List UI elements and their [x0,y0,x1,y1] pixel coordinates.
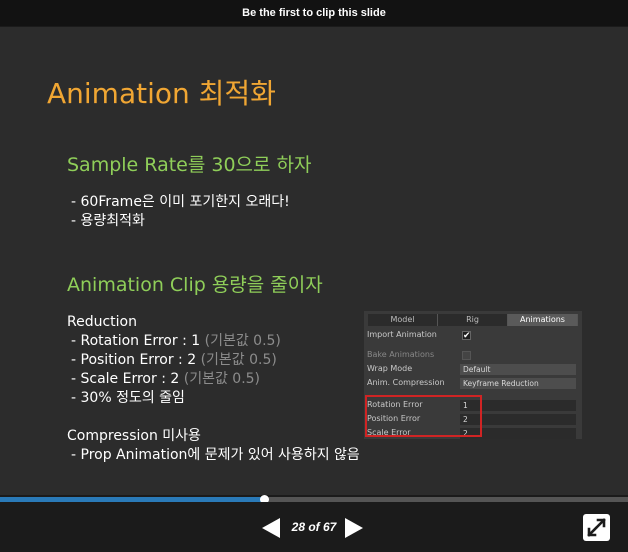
compression-note: - Prop Animation에 문제가 있어 사용하지 않음 [71,447,360,463]
compression-dropdown: Keyframe Reduction [460,378,576,389]
section-heading-animation-clip: Animation Clip 용량을 줄이자 [67,274,323,296]
highlight-box [365,395,482,437]
anim-compression-label: Anim. Compression [367,378,445,387]
import-animation-label: Import Animation [367,330,437,339]
import-animation-checkbox: ✔ [462,331,471,341]
next-slide-button[interactable] [345,518,363,538]
inspector-tabs: Model Rig Animations [368,314,578,326]
tab-rig: Rig [438,314,508,326]
wrap-mode-value: Default [463,365,491,374]
section-heading-sample-rate: Sample Rate를 30으로 하자 [67,154,312,176]
bake-animations-checkbox [462,351,471,360]
position-line: - Position Error : 2 (기본값 0.5) [71,351,277,371]
tab-animations: Animations [508,314,578,326]
previous-slide-button[interactable] [262,518,280,538]
reduce-line: - 30% 정도의 줄임 [71,390,185,406]
wrap-mode-label: Wrap Mode [367,364,413,373]
inspector-screenshot: Model Rig Animations Import Animation ✔ … [364,311,582,439]
page-indicator: 28 of 67 [291,520,337,534]
position-default: (기본값 0.5) [200,352,277,368]
player-controls: 28 of 67 [0,502,628,552]
bullet-60frame: - 60Frame은 이미 포기한지 오래다! [71,194,290,210]
position-text: - Position Error : 2 [71,352,197,368]
rotation-line: - Rotation Error : 1 (기본값 0.5) [71,332,281,352]
bullet-capacity: - 용량최적화 [71,213,145,229]
scale-text: - Scale Error : 2 [71,371,180,387]
rotation-text: - Rotation Error : 1 [71,333,201,349]
compression-value: Keyframe Reduction [463,379,539,388]
clip-text[interactable]: Be the first to clip this slide [242,7,386,19]
wrap-mode-dropdown: Default [460,364,576,375]
reduction-label: Reduction [67,314,137,330]
clip-banner[interactable]: Be the first to clip this slide [0,0,628,26]
scale-default: (기본값 0.5) [183,371,261,387]
tab-model: Model [368,314,438,326]
fullscreen-button[interactable] [583,514,610,541]
slide: Animation 최적화 Sample Rate를 30으로 하자 - 60F… [0,27,628,495]
slide-title: Animation 최적화 [47,77,276,110]
expand-icon [587,518,606,537]
rotation-default: (기본값 0.5) [204,333,281,349]
bake-animations-label: Bake Animations [367,350,435,359]
scale-line: - Scale Error : 2 (기본값 0.5) [71,370,260,390]
compression-label: Compression 미사용 [67,428,201,444]
